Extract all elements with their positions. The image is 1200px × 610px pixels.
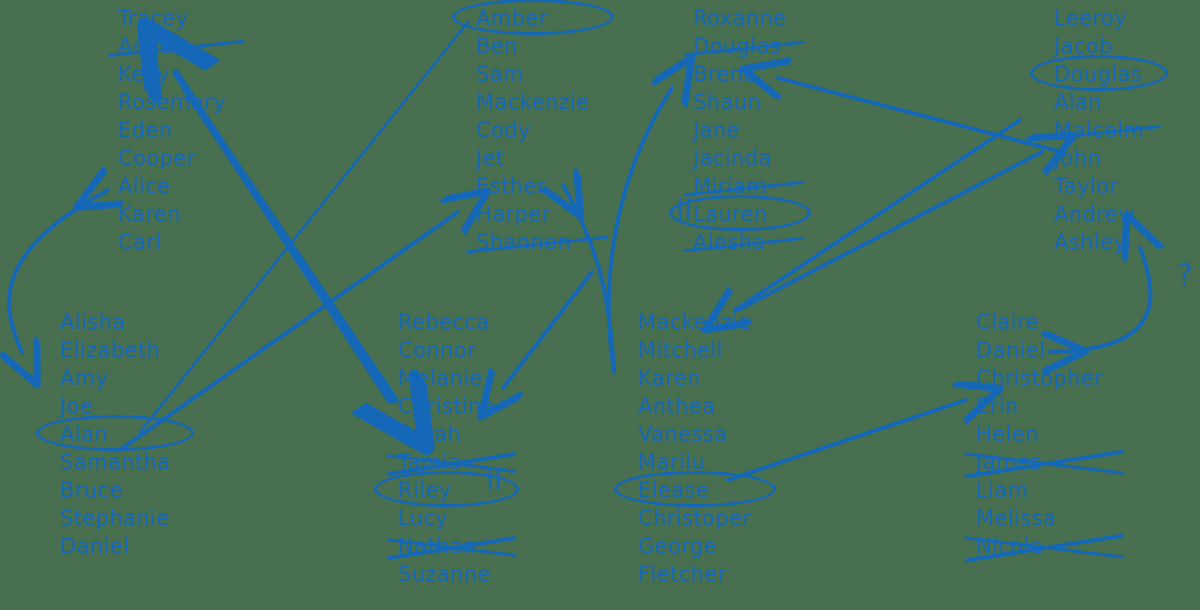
name-entry: George xyxy=(638,534,717,558)
name-entry: Vanessa xyxy=(638,422,728,446)
name-entry: Samantha xyxy=(60,450,171,474)
name-entry: Miriam xyxy=(693,172,787,200)
name-entry: Carl xyxy=(118,230,162,254)
name-entry: Ben xyxy=(476,34,518,58)
name-entry: Rebecca xyxy=(398,310,490,334)
name-entry: Mackenzie xyxy=(638,310,752,334)
name-entry: Anthea xyxy=(638,394,716,418)
name-entry: Shaun xyxy=(693,90,762,114)
name-entry: Eden xyxy=(118,118,173,142)
arrow-to-bottom2-from-upper-right xyxy=(503,270,594,388)
name-entry: Jane xyxy=(693,118,740,142)
name-entry: Christine xyxy=(398,394,496,418)
name-entry: James xyxy=(976,448,1103,476)
name-entry: Alan xyxy=(1054,90,1102,114)
name-entry: Mitchell xyxy=(638,338,723,362)
name-entry: Melissa xyxy=(976,506,1057,530)
name-entry: Christoper xyxy=(638,506,752,530)
arrow-elease-to-erin xyxy=(726,400,966,482)
name-entry: Tracey xyxy=(118,6,189,30)
name-column-top-2: Amber Ben Sam Mackenzie Cody Jet Esther Harper S… xyxy=(452,0,614,256)
name-entry: Liam xyxy=(976,478,1029,502)
name-entry: Alan xyxy=(35,415,196,451)
name-entry: Joe xyxy=(60,394,94,418)
name-entry: Mackenzie xyxy=(476,90,590,114)
name-entry: Daniel xyxy=(976,338,1046,362)
name-entry: Douglas xyxy=(693,32,787,60)
name-column-top-3: Roxanne Douglas Brent Shaun Jane Jacinda Miria… xyxy=(669,4,810,256)
name-entry: Amy xyxy=(60,366,109,390)
name-entry: John xyxy=(1054,146,1102,170)
name-entry: Riley xyxy=(373,471,520,507)
name-entry: Shannon xyxy=(476,228,590,256)
equals-mark-lauren: || xyxy=(676,196,693,221)
name-entry: Brent xyxy=(693,62,753,86)
name-entry: Kelly xyxy=(118,62,170,86)
name-entry: Helen xyxy=(976,422,1039,446)
name-entry: Angela xyxy=(118,32,226,60)
name-entry: Nathan xyxy=(398,532,495,560)
name-entry: Fletcher xyxy=(638,562,727,586)
name-entry: Jacob xyxy=(1054,34,1113,58)
name-entry: Connor xyxy=(398,338,477,362)
name-entry: Esther xyxy=(476,174,546,198)
name-entry: Taylor xyxy=(1054,174,1119,198)
name-entry: Christopher xyxy=(976,366,1104,390)
name-entry: Harper xyxy=(476,202,551,226)
name-entry: Sam xyxy=(476,62,524,86)
name-entry: Suzanne xyxy=(398,562,491,586)
name-entry: Amber xyxy=(452,0,614,35)
name-entry: Elease xyxy=(614,471,776,507)
name-entry: Karen xyxy=(638,366,701,390)
name-entry: Andrew xyxy=(1054,202,1136,226)
name-entry: Erin xyxy=(976,394,1019,418)
name-entry: Leeroy xyxy=(1054,6,1128,30)
name-entry: Roxanne xyxy=(693,6,787,30)
name-entry: Rosemary xyxy=(118,90,226,114)
equals-mark-riley: || xyxy=(486,466,503,491)
name-column-top-1: Tracey Angela Kelly Rosemary Eden Cooper Alice… xyxy=(118,4,226,256)
name-entry: Lucy xyxy=(398,506,449,530)
name-entry: Claire xyxy=(976,310,1039,334)
name-entry: Cody xyxy=(476,118,531,142)
name-entry: Sarah xyxy=(398,422,462,446)
name-entry: Alisha xyxy=(60,310,126,334)
name-column-bottom-2: Rebecca Connor Melanie Christine Sarah Tamia R… xyxy=(373,308,520,588)
name-entry: Cooper xyxy=(118,146,196,170)
name-entry: Jacinda xyxy=(693,146,772,170)
name-entry: Jet xyxy=(476,146,505,170)
arrow-top4-douglas-to-top3-brent xyxy=(778,78,1064,154)
name-entry: Nicole xyxy=(976,532,1103,560)
name-entry: Bruce xyxy=(60,478,123,502)
name-entry: Karen xyxy=(118,202,181,226)
name-entry: Stephanie xyxy=(60,506,170,530)
name-entry: Alesha xyxy=(693,228,787,256)
handwritten-name-lists-diagram: Tracey Angela Kelly Rosemary Eden Cooper Alice… xyxy=(0,0,1200,610)
name-column-bottom-1: Alisha Elizabeth Amy Joe Alan Samantha Bruce St… xyxy=(35,308,196,560)
name-entry: Melanie xyxy=(398,366,483,390)
name-entry: Elizabeth xyxy=(60,338,161,362)
name-entry: Daniel xyxy=(60,534,130,558)
name-entry: Douglas xyxy=(1029,55,1169,91)
name-entry: Tamia xyxy=(398,448,495,476)
name-entry: Malcolm xyxy=(1054,118,1145,142)
name-column-top-4: Leeroy Jacob Douglas Alan Malcolm John Taylor A… xyxy=(1029,4,1169,256)
name-column-bottom-3: Mackenzie Mitchell Karen Anthea Vanessa Maril… xyxy=(614,308,776,588)
name-entry: Marilu xyxy=(638,450,705,474)
name-entry: Lauren xyxy=(669,195,810,231)
name-column-bottom-4: Claire Daniel Christopher Erin Helen James Lia… xyxy=(976,308,1103,560)
name-entry: Ashley xyxy=(1054,230,1127,254)
name-entry: Alice xyxy=(118,174,171,198)
question-mark-annotation: ? xyxy=(1177,258,1193,293)
